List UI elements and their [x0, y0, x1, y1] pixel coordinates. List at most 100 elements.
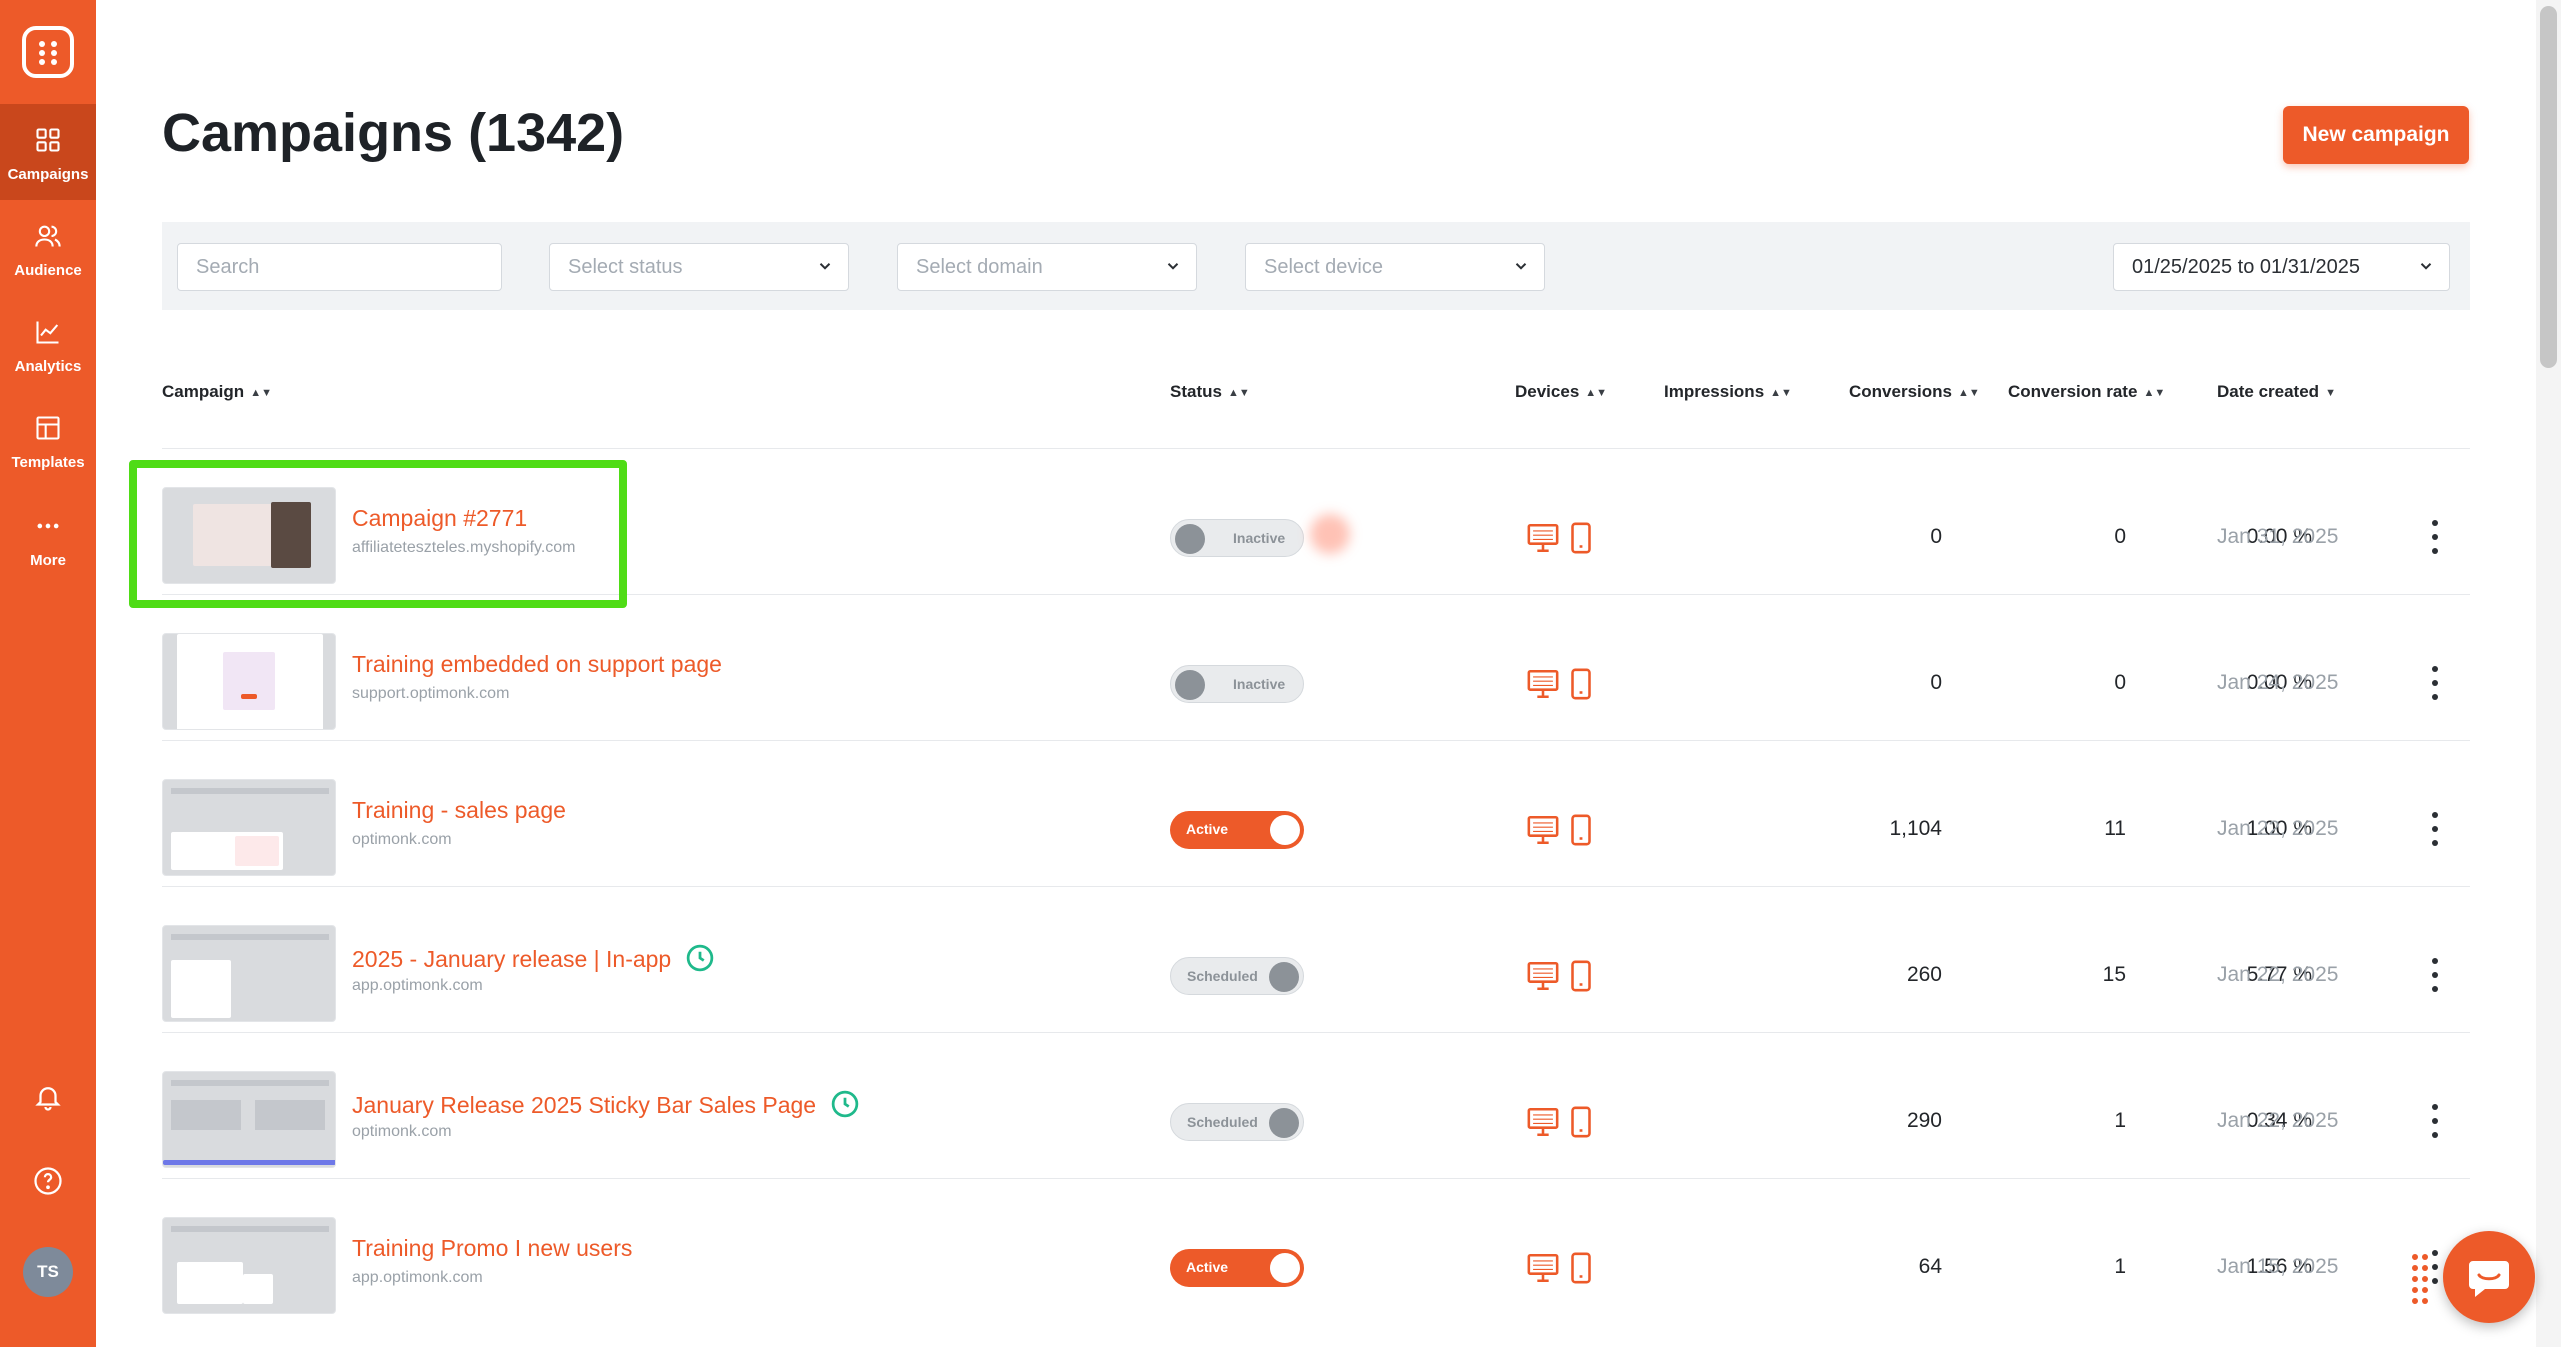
sort-icon: ▲▼: [1770, 387, 1792, 399]
date-created-value: Jan 22, 2025: [2217, 1109, 2339, 1132]
impressions-value: 64: [1918, 1255, 1942, 1278]
chevron-down-icon: [1515, 263, 1527, 270]
search-input[interactable]: [177, 243, 502, 291]
sidebar-item-label: Analytics: [14, 358, 82, 375]
domain-select[interactable]: Select domain: [897, 243, 1197, 291]
campaign-thumbnail[interactable]: [162, 1071, 336, 1168]
impressions-value: 1,104: [1889, 817, 1942, 840]
desktop-icon: [1527, 1253, 1559, 1283]
campaign-name-link[interactable]: Training - sales page: [352, 797, 566, 824]
conversions-value: 15: [2102, 963, 2126, 986]
sort-icon: ▲▼: [1957, 387, 1980, 399]
chat-button[interactable]: [2443, 1231, 2535, 1323]
bell-icon: [35, 1087, 61, 1111]
conversions-value: 0: [2114, 525, 2126, 548]
status-toggle[interactable]: Inactive: [1170, 519, 1304, 557]
date-created-value: Jan 22, 2025: [2217, 817, 2339, 840]
chevron-down-icon: [1167, 263, 1179, 270]
table-row[interactable]: Training embedded on support page support…: [162, 594, 2470, 740]
table-row[interactable]: Training Promo I new users app.optimonk.c…: [162, 1178, 2470, 1324]
status-toggle[interactable]: Scheduled: [1170, 1103, 1304, 1141]
sort-icon: ▲▼: [2143, 387, 2166, 399]
campaign-domain: optimonk.com: [352, 831, 452, 848]
table-row[interactable]: 2025 - January release | In-app app.optim…: [162, 886, 2470, 1032]
conversions-value: 1: [2114, 1255, 2126, 1278]
row-actions-menu-icon[interactable]: [2425, 663, 2445, 703]
table-row[interactable]: January Release 2025 Sticky Bar Sales Pa…: [162, 1032, 2470, 1178]
scrollbar-thumb[interactable]: [2540, 6, 2557, 368]
campaign-thumbnail[interactable]: [162, 633, 336, 730]
campaign-name-link[interactable]: 2025 - January release | In-app: [352, 943, 715, 973]
optimonk-logo-icon[interactable]: [22, 26, 74, 78]
sidebar-item-campaigns[interactable]: Campaigns: [0, 104, 96, 200]
row-actions-menu-icon[interactable]: [2425, 955, 2445, 995]
campaign-domain: support.optimonk.com: [352, 685, 510, 702]
sidebar-item-label: More: [30, 552, 66, 569]
column-header-conversion-rate[interactable]: Conversion rate ▲▼: [2008, 382, 2165, 402]
chevron-down-icon: [819, 263, 831, 270]
sidebar-item-templates[interactable]: Templates: [0, 392, 96, 488]
blurred-indicator: [1310, 514, 1350, 554]
column-header-date-created[interactable]: Date created ▼: [2217, 382, 2336, 402]
column-header-conversions[interactable]: Conversions ▲▼: [1849, 382, 1980, 402]
sidebar-item-label: Templates: [11, 454, 85, 471]
new-campaign-button[interactable]: New campaign: [2283, 106, 2469, 164]
sidebar: Campaigns Audience Analytics Templates M…: [0, 0, 96, 1347]
sidebar-item-audience[interactable]: Audience: [0, 200, 96, 296]
desktop-icon: [1527, 523, 1559, 553]
campaign-thumbnail[interactable]: [162, 1217, 336, 1314]
clock-icon: [686, 944, 714, 972]
status-toggle[interactable]: Scheduled: [1170, 957, 1304, 995]
date-created-value: Jan 22, 2025: [2217, 963, 2339, 986]
sidebar-item-more[interactable]: More: [0, 490, 96, 586]
column-header-status[interactable]: Status ▲▼: [1170, 382, 1250, 402]
status-select-label: Select status: [568, 256, 683, 278]
column-header-campaign[interactable]: Campaign ▲▼: [162, 382, 272, 402]
campaign-name-link[interactable]: Training Promo I new users: [352, 1235, 632, 1262]
domain-select-label: Select domain: [916, 256, 1043, 278]
campaign-name-link[interactable]: January Release 2025 Sticky Bar Sales Pa…: [352, 1089, 860, 1119]
row-actions-menu-icon[interactable]: [2425, 1101, 2445, 1141]
help-circle-icon: [34, 1167, 62, 1195]
row-actions-menu-icon[interactable]: [2425, 809, 2445, 849]
row-actions-menu-icon[interactable]: [2425, 517, 2445, 557]
date-created-value: Jan 31, 2025: [2217, 525, 2339, 548]
users-icon: [35, 225, 61, 247]
chat-bubble-icon: [2469, 1261, 2509, 1297]
table-row[interactable]: Training - sales page optimonk.com Active 1…: [162, 740, 2470, 886]
conversions-value: 1: [2114, 1109, 2126, 1132]
mobile-icon: [1571, 1106, 1591, 1138]
mobile-icon: [1571, 668, 1591, 700]
sort-icon: ▲▼: [1227, 387, 1250, 399]
mobile-icon: [1571, 814, 1591, 846]
mobile-icon: [1571, 1252, 1591, 1284]
date-created-value: Jan 15, 2025: [2217, 1255, 2339, 1278]
campaign-thumbnail[interactable]: [162, 779, 336, 876]
desktop-icon: [1527, 669, 1559, 699]
conversions-value: 0: [2114, 671, 2126, 694]
status-toggle[interactable]: Inactive: [1170, 665, 1304, 703]
dots-icon: [37, 523, 59, 529]
date-created-value: Jan 24, 2025: [2217, 671, 2339, 694]
campaign-thumbnail[interactable]: [162, 925, 336, 1022]
status-select[interactable]: Select status: [549, 243, 849, 291]
desktop-icon: [1527, 815, 1559, 845]
campaign-name-link[interactable]: Training embedded on support page: [352, 651, 722, 678]
date-range-select[interactable]: 01/25/2025 to 01/31/2025: [2113, 243, 2450, 291]
chat-drag-handle[interactable]: [2412, 1254, 2434, 1304]
impressions-value: 0: [1930, 671, 1942, 694]
avatar[interactable]: TS: [23, 1247, 73, 1297]
notifications-button[interactable]: [0, 1082, 96, 1117]
impressions-value: 260: [1906, 963, 1942, 986]
column-header-impressions[interactable]: Impressions ▲▼: [1664, 382, 1792, 402]
sidebar-item-analytics[interactable]: Analytics: [0, 296, 96, 392]
help-button[interactable]: [0, 1166, 96, 1201]
campaign-domain: optimonk.com: [352, 1123, 452, 1140]
selection-highlight: [129, 460, 627, 608]
status-toggle[interactable]: Active: [1170, 811, 1304, 849]
column-header-devices[interactable]: Devices ▲▼: [1515, 382, 1607, 402]
device-select[interactable]: Select device: [1245, 243, 1545, 291]
desktop-icon: [1527, 961, 1559, 991]
status-toggle[interactable]: Active: [1170, 1249, 1304, 1287]
sort-icon: ▲▼: [1585, 387, 1608, 399]
